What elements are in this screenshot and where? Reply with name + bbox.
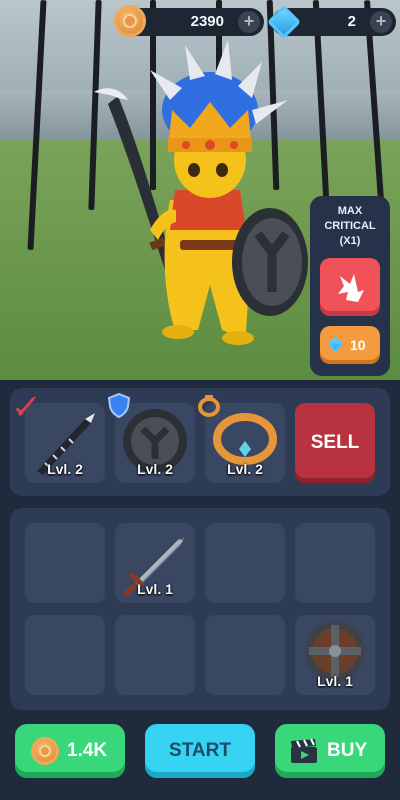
coin-icon [31, 737, 59, 765]
ring-level: Lvl. 2 [227, 461, 263, 477]
shield-slot-icon [107, 392, 131, 418]
inventory-slot-5[interactable] [25, 615, 105, 695]
clapperboard-icon [291, 738, 317, 763]
buy-label: BUY [327, 740, 368, 761]
critical-boost-button[interactable] [320, 258, 380, 316]
coin-reward-button[interactable]: 1.4K [15, 724, 125, 778]
item-level: Lvl. 1 [137, 581, 173, 597]
critical-upgrade-cost-button[interactable]: 10 [320, 326, 380, 364]
inventory-slot-4[interactable] [295, 523, 375, 603]
critical-burst-icon [338, 274, 364, 302]
gem-amount: 2 [347, 13, 356, 30]
hero-shield [232, 208, 308, 316]
critical-cost: 10 [350, 337, 366, 353]
coin-amount: 2390 [190, 13, 224, 30]
item-level: Lvl. 1 [317, 673, 353, 689]
inventory-slot-7[interactable] [205, 615, 285, 695]
coin-reward-amount: 1.4K [67, 740, 108, 761]
sword-slot-icon [15, 396, 36, 416]
ring-slot-icon [198, 395, 220, 417]
add-coins-button[interactable]: + [238, 11, 260, 33]
shield-level: Lvl. 2 [137, 461, 173, 477]
inventory-slot-1[interactable] [25, 523, 105, 603]
critical-title: MAX CRITICAL (X1) [324, 205, 376, 247]
weapon-level: Lvl. 2 [47, 461, 83, 477]
sell-button[interactable]: SELL [295, 403, 375, 483]
add-gems-button[interactable]: + [370, 11, 392, 33]
hero-body [150, 102, 254, 345]
equipment-panel: Lvl. 2 Lvl. 2 Lvl. 2 SELL [10, 388, 390, 496]
gem-icon [327, 336, 344, 353]
inventory-slot-8[interactable]: Lvl. 1 [295, 615, 375, 695]
start-button[interactable]: START [145, 724, 255, 778]
coin-icon [114, 5, 146, 37]
inventory-grid: Lvl. 1 Lvl. 1 [10, 508, 390, 710]
max-critical-panel: MAX CRITICAL (X1) 10 [310, 196, 390, 376]
inventory-slot-6[interactable] [115, 615, 195, 695]
inventory-slot-2[interactable]: Lvl. 1 [115, 523, 195, 603]
inventory-slot-3[interactable] [205, 523, 285, 603]
start-label: START [169, 740, 231, 761]
buy-button[interactable]: BUY [275, 724, 385, 778]
